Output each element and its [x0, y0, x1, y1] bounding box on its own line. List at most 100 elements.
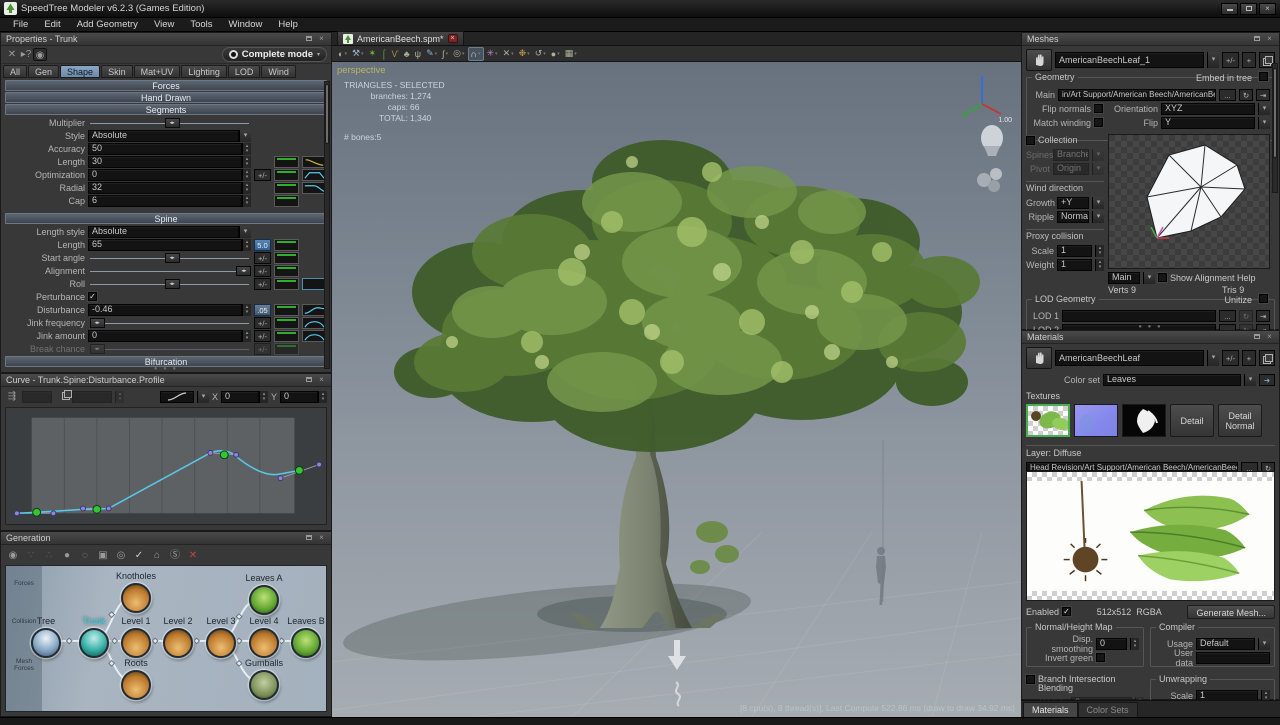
enabled-checkbox[interactable]: ✓: [1062, 607, 1071, 616]
length-style-dropdown[interactable]: Absolute: [88, 226, 239, 238]
show-alignment-checkbox[interactable]: [1158, 273, 1167, 282]
filter-curves-icon[interactable]: ⇶: [5, 390, 19, 403]
menu-window[interactable]: Window: [222, 19, 270, 30]
parent-curve-chip[interactable]: [274, 343, 299, 355]
branch-intersection-checkbox[interactable]: [1026, 675, 1035, 684]
duplicate-material-button[interactable]: [1259, 350, 1275, 366]
reload-icon[interactable]: ↻: [1239, 310, 1253, 322]
proxy-weight-field[interactable]: 1: [1057, 259, 1092, 271]
add-remove-material-button[interactable]: +/-: [1222, 350, 1239, 366]
copy-curve-icon[interactable]: [55, 390, 69, 403]
length-field[interactable]: 30: [88, 156, 242, 168]
scrollbar[interactable]: [324, 81, 330, 369]
parent-curve-chip[interactable]: [274, 169, 299, 181]
optimization-field[interactable]: 0: [88, 169, 242, 181]
grab-mesh-icon[interactable]: [1026, 49, 1052, 71]
leaf-tool[interactable]: ✶: [367, 47, 379, 61]
grab-material-icon[interactable]: [1026, 347, 1052, 369]
multiplier-slider[interactable]: ◂▸: [88, 117, 251, 129]
parent-curve-chip[interactable]: [274, 252, 299, 264]
pivot-dropdown[interactable]: Origin: [1053, 163, 1089, 175]
reload-icon[interactable]: ↻: [1239, 89, 1253, 101]
material-selector-dropdown[interactable]: AmericanBeechLeaf: [1055, 350, 1204, 366]
view-mode-label[interactable]: perspective: [337, 65, 386, 76]
generate-mesh-button[interactable]: Generate Mesh...: [1187, 605, 1275, 619]
foliage-ball-tool[interactable]: ✳▾: [485, 47, 500, 61]
eye-icon[interactable]: ◎: [114, 549, 128, 562]
disp-smoothing-field[interactable]: 0: [1096, 638, 1127, 650]
proxy-scale-field[interactable]: 1: [1057, 245, 1092, 257]
alpha-texture-thumb[interactable]: [1122, 404, 1166, 437]
lod1-path-field[interactable]: [1062, 310, 1216, 322]
node-leaves-a[interactable]: [249, 585, 279, 615]
chevron-down-icon[interactable]: ▾: [1207, 52, 1219, 68]
minimize-button[interactable]: [1221, 3, 1238, 15]
maximize-button[interactable]: [1240, 3, 1257, 15]
grass-tool[interactable]: ⌠: [379, 47, 388, 61]
scrollbar[interactable]: [1272, 63, 1278, 193]
section-segments[interactable]: Segments: [5, 104, 327, 115]
tab-lod[interactable]: LOD: [228, 65, 261, 78]
mesh-preview[interactable]: [1108, 134, 1270, 269]
node-trunk[interactable]: [79, 628, 109, 658]
tab-materials[interactable]: Materials: [1023, 702, 1078, 717]
diffuse-texture-preview[interactable]: [1026, 471, 1275, 601]
flower-tool[interactable]: ❉▾: [517, 47, 532, 61]
detail-texture-button[interactable]: Detail: [1170, 404, 1214, 437]
tab-all[interactable]: All: [3, 65, 27, 78]
jink-amount-field[interactable]: 0: [88, 330, 242, 342]
viewport-3d[interactable]: perspective TRIANGLES - SELECTED branche…: [332, 62, 1021, 717]
sphere-tool[interactable]: ●▾: [549, 47, 562, 61]
normal-texture-thumb[interactable]: [1074, 404, 1118, 437]
undo-history-tool[interactable]: ↺▾: [533, 47, 548, 61]
parent-curve-chip[interactable]: [274, 239, 299, 251]
orientation-dropdown[interactable]: XYZ: [1161, 103, 1255, 115]
match-winding-checkbox[interactable]: [1094, 118, 1103, 127]
chevron-down-icon[interactable]: ▾: [1207, 350, 1219, 366]
remove-node-icon[interactable]: ∴: [42, 549, 56, 562]
variance-button[interactable]: +/-: [254, 169, 271, 181]
x-coordinate-field[interactable]: 0: [221, 391, 259, 403]
tab-shape[interactable]: Shape: [60, 65, 100, 78]
jink-frequency-slider[interactable]: ◂▸: [88, 317, 251, 329]
curve-preset-button[interactable]: [160, 391, 194, 403]
panel-layout-tool[interactable]: ▦▾: [563, 47, 579, 61]
parent-curve-chip[interactable]: [274, 156, 299, 168]
eye-icon[interactable]: ◉: [33, 48, 47, 61]
style-dropdown[interactable]: Absolute: [88, 130, 239, 142]
perturbance-checkbox[interactable]: ✓: [88, 292, 97, 301]
close-panel-icon[interactable]: ×: [1265, 35, 1274, 43]
tab-gen[interactable]: Gen: [28, 65, 59, 78]
pose-tool[interactable]: ⚒▾: [350, 47, 366, 61]
invert-green-checkbox[interactable]: [1096, 653, 1105, 662]
add-material-button[interactable]: +: [1242, 350, 1256, 366]
parent-curve-chip[interactable]: [274, 330, 299, 342]
clear-selection-icon[interactable]: ✕: [5, 48, 19, 61]
ripple-dropdown[interactable]: Normal: [1057, 211, 1089, 223]
preview-lod-dropdown[interactable]: Main: [1108, 272, 1140, 284]
curve-value-field[interactable]: [72, 391, 112, 403]
chevron-down-icon[interactable]: ▾: [197, 391, 209, 403]
sphere-icon[interactable]: ●: [60, 549, 74, 562]
menu-tools[interactable]: Tools: [183, 19, 219, 30]
tab-color-sets[interactable]: Color Sets: [1078, 702, 1138, 717]
add-node-icon[interactable]: ∵: [24, 549, 38, 562]
radial-field[interactable]: 32: [88, 182, 242, 194]
variance-badge[interactable]: 5.0: [254, 239, 271, 251]
node-tree[interactable]: [31, 628, 61, 658]
close-panel-icon[interactable]: ×: [317, 35, 326, 43]
menu-help[interactable]: Help: [271, 19, 305, 30]
parent-curve-chip[interactable]: [274, 195, 299, 207]
browse-button[interactable]: ...: [1219, 310, 1236, 322]
node-level-1[interactable]: [121, 628, 151, 658]
node-level-2[interactable]: [163, 628, 193, 658]
parent-curve-chip[interactable]: [274, 278, 299, 290]
spines-dropdown[interactable]: Branched: [1053, 149, 1089, 161]
tab-skin[interactable]: Skin: [101, 65, 133, 78]
growth-dropdown[interactable]: +Y: [1057, 197, 1089, 209]
node-select-tool[interactable]: ◎▾: [451, 47, 466, 61]
float-panel-icon[interactable]: [1252, 333, 1261, 341]
chevron-down-icon[interactable]: ▾: [239, 130, 251, 142]
spine-paint-tool[interactable]: ✎▾: [424, 47, 439, 61]
lasso-select-icon[interactable]: ◌: [78, 549, 92, 562]
